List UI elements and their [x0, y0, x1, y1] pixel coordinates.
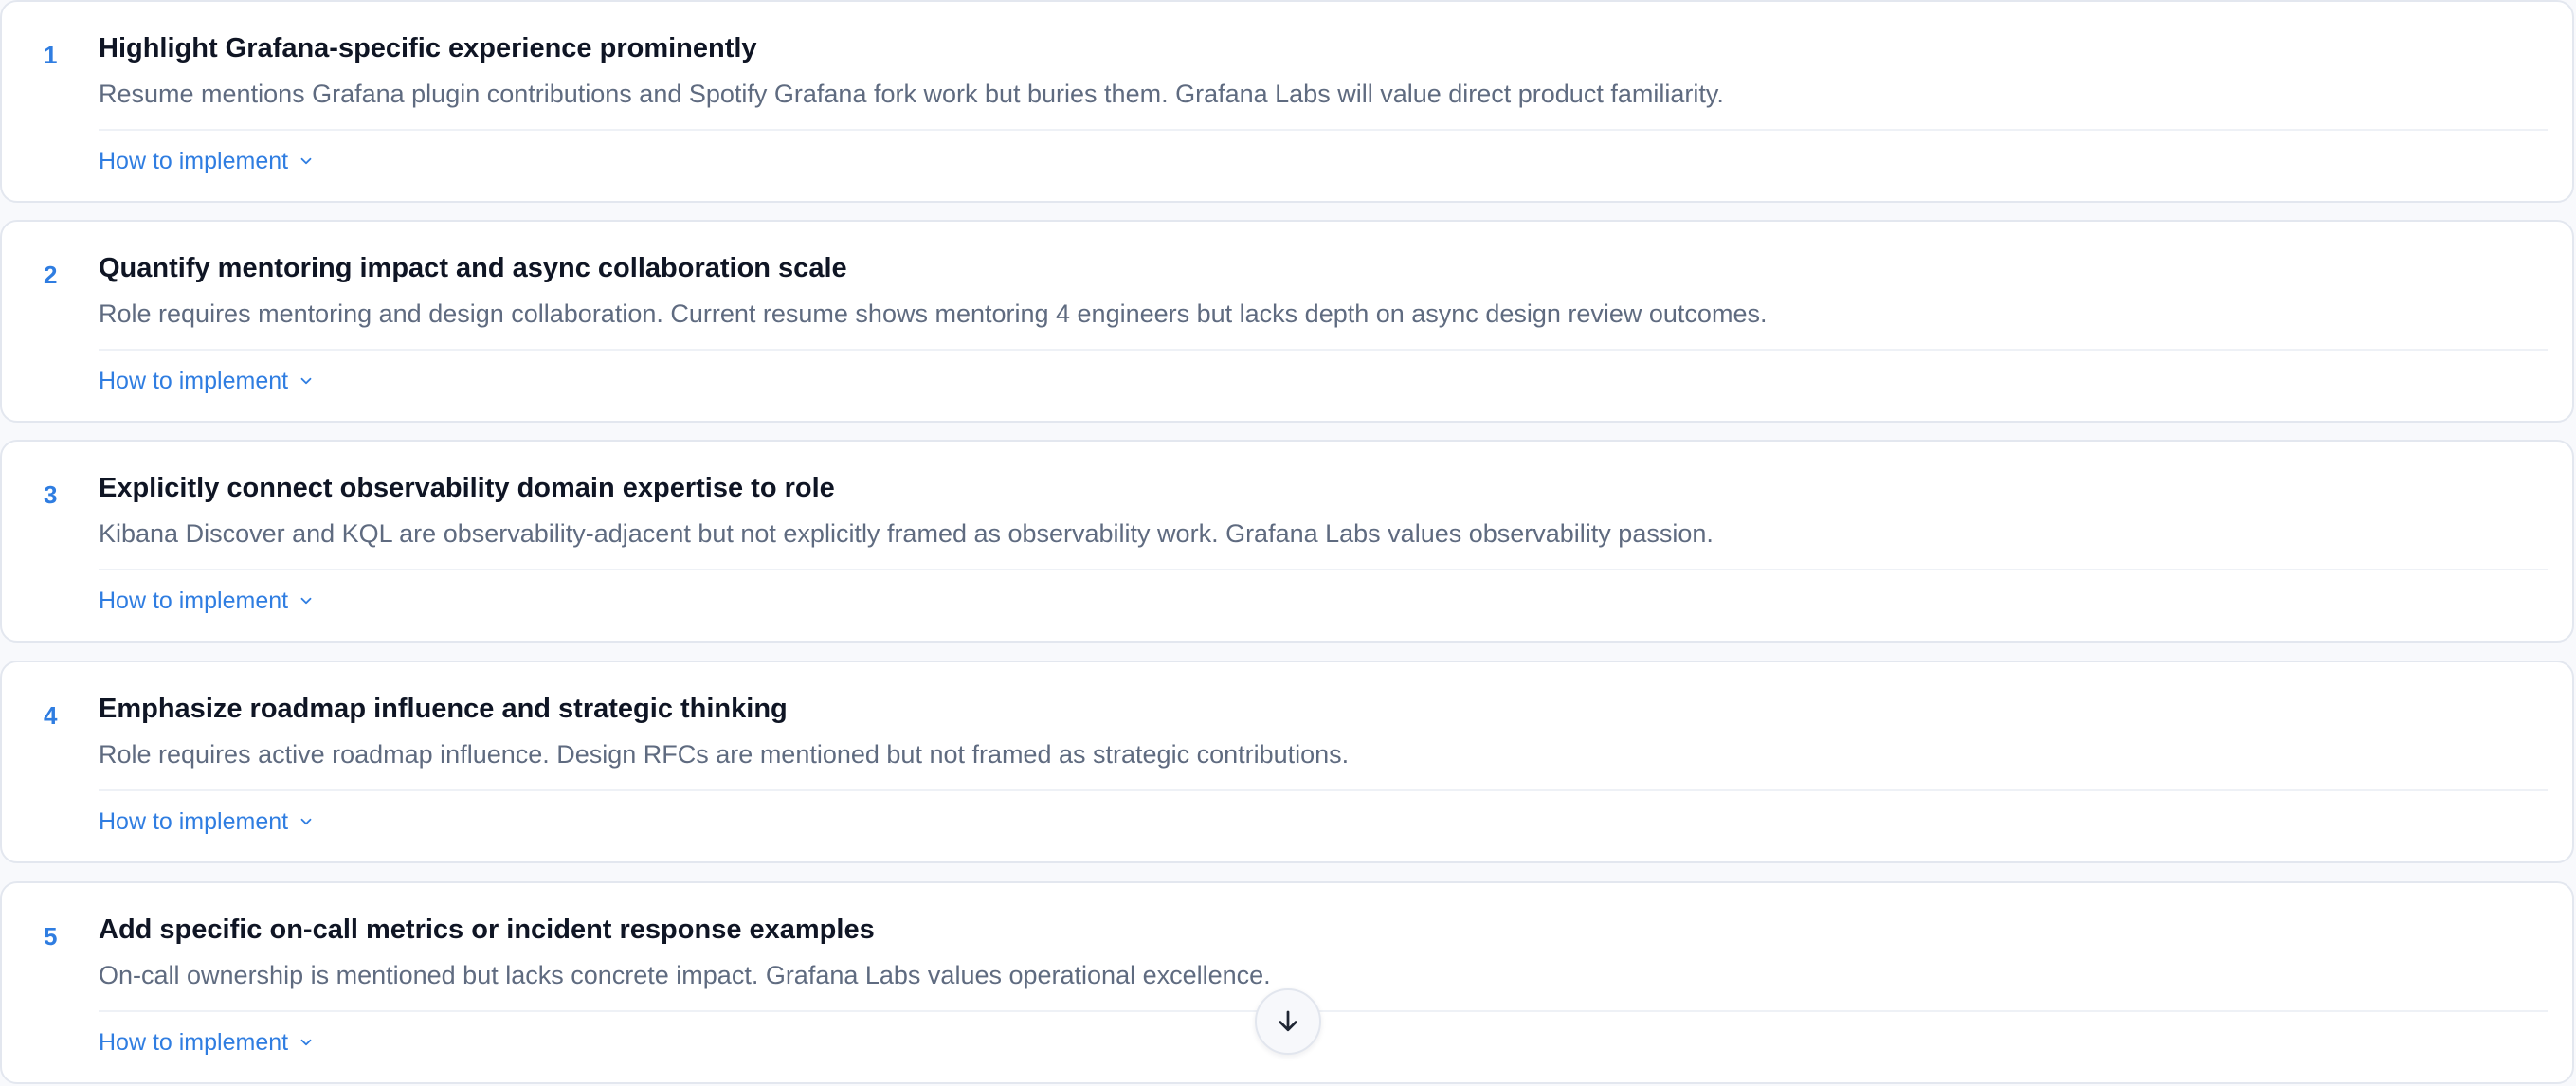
- suggestion-description: Resume mentions Grafana plugin contribut…: [99, 80, 1724, 108]
- suggestion-card: 2 Quantify mentoring impact and async co…: [0, 220, 2574, 423]
- suggestion-number: 4: [44, 701, 58, 730]
- suggestion-number: 5: [44, 922, 58, 950]
- scroll-down-button[interactable]: [1255, 988, 1321, 1055]
- chevron-down-icon: [300, 597, 312, 605]
- suggestion-description: On-call ownership is mentioned but lacks…: [99, 961, 1271, 989]
- suggestion-number: 2: [44, 261, 58, 289]
- suggestion-description: Kibana Discover and KQL are observabilit…: [99, 519, 1714, 548]
- divider: [99, 789, 2548, 791]
- suggestion-title: Quantify mentoring impact and async coll…: [99, 253, 847, 283]
- how-to-implement-toggle[interactable]: How to implement: [99, 584, 315, 618]
- suggestion-card: 3 Explicitly connect observability domai…: [0, 440, 2574, 643]
- divider: [99, 129, 2548, 131]
- suggestion-title: Highlight Grafana-specific experience pr…: [99, 33, 757, 63]
- how-to-implement-toggle[interactable]: How to implement: [99, 1025, 315, 1059]
- how-to-implement-label: How to implement: [99, 588, 289, 614]
- suggestion-card: 1 Highlight Grafana-specific experience …: [0, 0, 2574, 203]
- suggestion-number: 1: [44, 41, 58, 69]
- arrow-down-icon: [1279, 1010, 1297, 1032]
- suggestions-list: 1 Highlight Grafana-specific experience …: [0, 0, 2576, 1086]
- suggestion-title: Add specific on-call metrics or incident…: [99, 914, 875, 945]
- divider: [99, 1010, 2548, 1012]
- suggestion-number: 3: [44, 480, 58, 509]
- suggestion-description: Role requires mentoring and design colla…: [99, 299, 1768, 328]
- how-to-implement-toggle[interactable]: How to implement: [99, 144, 315, 178]
- chevron-down-icon: [300, 157, 312, 165]
- suggestion-title: Emphasize roadmap influence and strategi…: [99, 694, 788, 724]
- chevron-down-icon: [300, 377, 312, 385]
- chevron-down-icon: [300, 1039, 312, 1046]
- divider: [99, 569, 2548, 570]
- suggestion-description: Role requires active roadmap influence. …: [99, 740, 1350, 769]
- suggestion-card: 4 Emphasize roadmap influence and strate…: [0, 661, 2574, 863]
- how-to-implement-toggle[interactable]: How to implement: [99, 364, 315, 398]
- how-to-implement-label: How to implement: [99, 368, 289, 394]
- chevron-down-icon: [300, 818, 312, 825]
- suggestion-title: Explicitly connect observability domain …: [99, 473, 835, 503]
- how-to-implement-label: How to implement: [99, 808, 289, 835]
- how-to-implement-label: How to implement: [99, 148, 289, 174]
- how-to-implement-toggle[interactable]: How to implement: [99, 805, 315, 839]
- divider: [99, 349, 2548, 351]
- how-to-implement-label: How to implement: [99, 1029, 289, 1056]
